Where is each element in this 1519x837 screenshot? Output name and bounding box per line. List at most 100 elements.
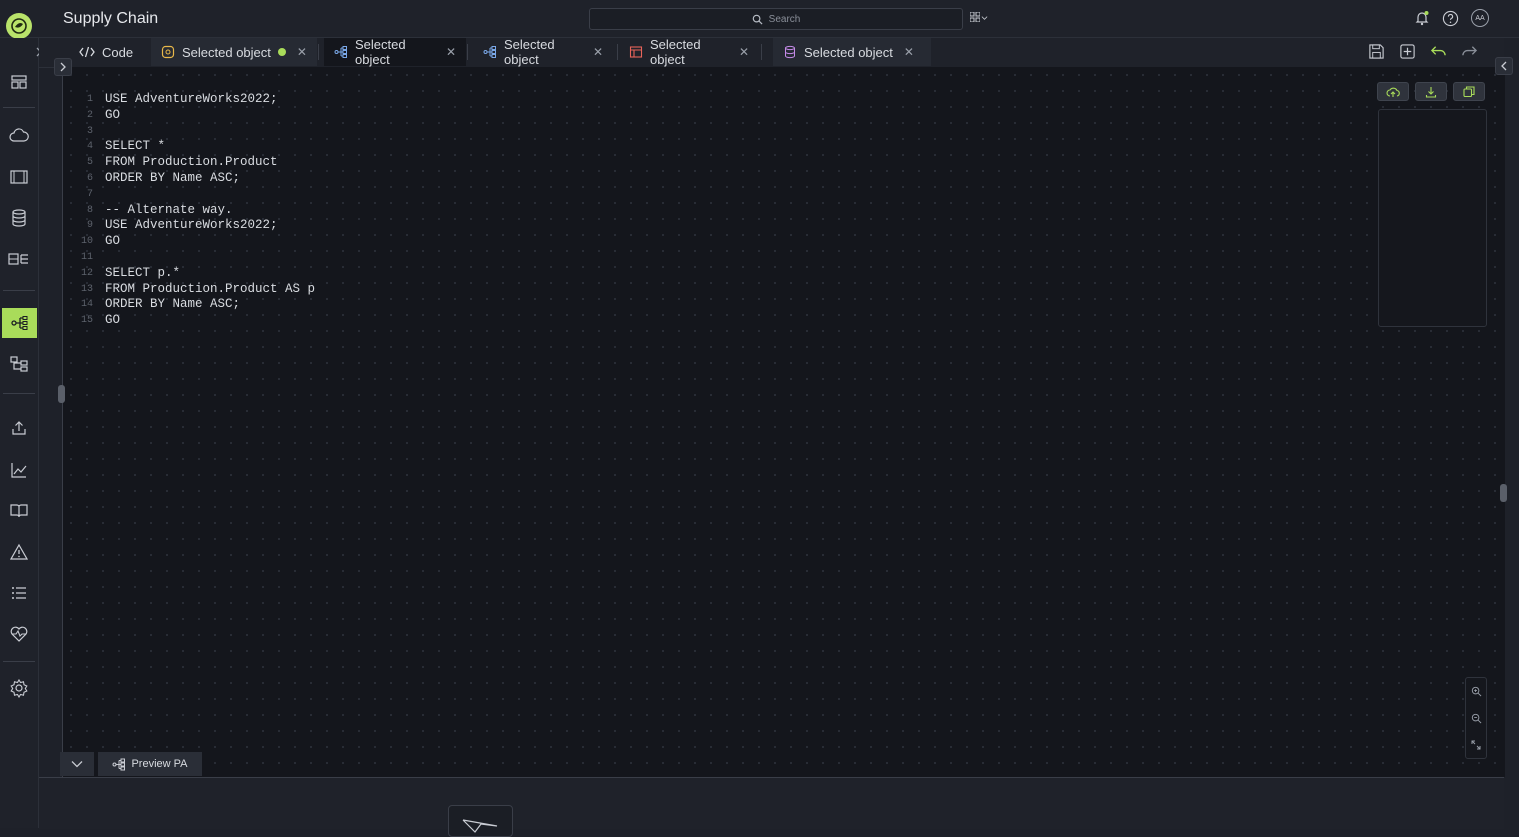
tab-divider (318, 44, 319, 60)
top-bar: Supply Chain Search AA (0, 0, 1519, 39)
tab-label: Selected object (355, 37, 406, 67)
line-number: 7 (86, 188, 93, 200)
code-text: FROM Production.Product (105, 155, 278, 170)
table-icon (629, 45, 643, 59)
help-icon[interactable] (1442, 10, 1459, 27)
tab-bar: Code Selected object ✕ Selected object ✕… (39, 37, 1504, 68)
code-text: ORDER BY Name ASC; (105, 297, 241, 312)
object-icon (161, 45, 175, 59)
cloud-upload-button[interactable] (1377, 82, 1409, 101)
code-line: 3 (78, 124, 315, 140)
code-text: FROM Production.Product AS p (105, 281, 316, 296)
line-number: 10 (80, 236, 93, 248)
code-line: 8 -- Alternate way. (78, 203, 315, 219)
database-icon[interactable] (3, 203, 35, 233)
close-icon[interactable]: ✕ (739, 45, 749, 59)
book-icon[interactable] (3, 496, 35, 526)
warning-icon[interactable] (3, 537, 35, 567)
avatar[interactable]: AA (1471, 9, 1489, 27)
code-text: ORDER BY Name ASC; (105, 170, 241, 185)
app-title: Supply Chain (63, 10, 159, 27)
code-line: 11 (78, 250, 315, 266)
tab-label: Code (102, 44, 134, 60)
editor-toolbar (1377, 82, 1485, 101)
left-resize-handle[interactable] (58, 385, 65, 403)
close-icon[interactable]: ✕ (297, 45, 307, 59)
close-icon[interactable]: ✕ (593, 45, 603, 59)
preview-label: Preview PA (131, 758, 188, 770)
tab-label: Selected object (182, 44, 271, 60)
apps-grid-button[interactable] (970, 12, 988, 22)
line-number: 8 (86, 204, 93, 216)
zoom-out-icon[interactable] (1471, 713, 1482, 724)
code-text: SELECT * (105, 139, 166, 154)
right-resize-handle[interactable] (1500, 484, 1507, 502)
lineage-icon[interactable] (2, 308, 37, 338)
chart-line-icon[interactable] (3, 455, 35, 485)
data-tree-icon[interactable] (3, 244, 35, 274)
empty-state-illustration (448, 805, 513, 837)
line-number: 2 (86, 109, 93, 121)
line-number: 14 (80, 299, 93, 311)
chevron-down-icon (981, 15, 988, 20)
health-heart-icon[interactable] (3, 619, 35, 649)
tab-label: Selected object (650, 37, 701, 67)
film-icon[interactable] (3, 162, 35, 192)
tab-divider (617, 44, 618, 60)
tab-label: Selected object (504, 37, 555, 67)
close-icon[interactable]: ✕ (904, 45, 914, 59)
line-number: 1 (86, 94, 93, 105)
copy-icon (1463, 85, 1475, 97)
line-number: 13 (80, 283, 93, 295)
code-line: 9 USE AdventureWorks2022; (78, 218, 315, 234)
line-number: 15 (80, 315, 93, 327)
code-text: USE AdventureWorks2022; (105, 92, 278, 106)
code-line: 12 SELECT p.* (78, 266, 315, 282)
code-text: GO (105, 234, 121, 249)
collapse-right-panel-chevron-icon[interactable] (1495, 57, 1513, 75)
tab-divider (761, 44, 762, 60)
preview-pa-button[interactable]: Preview PA (98, 752, 202, 776)
gear-icon[interactable] (3, 673, 35, 703)
expand-panel-chevron-icon[interactable] (54, 58, 72, 76)
code-line: 10 GO (78, 234, 315, 250)
search-input[interactable]: Search (589, 8, 963, 30)
rail-divider (3, 107, 35, 108)
chevron-down-icon (71, 761, 83, 768)
line-number: 4 (86, 141, 93, 153)
zoom-in-icon[interactable] (1471, 686, 1482, 697)
download-button[interactable] (1415, 82, 1447, 101)
add-new-icon[interactable] (1399, 43, 1416, 60)
hierarchy-icon[interactable] (3, 349, 35, 379)
copy-button[interactable] (1453, 82, 1485, 101)
upload-icon[interactable] (3, 413, 35, 443)
app-logo-icon[interactable] (6, 13, 32, 39)
hierarchy-icon (334, 45, 348, 59)
code-content[interactable]: 1 USE AdventureWorks2022; 2 GO 3 4 SELECT *… (78, 92, 315, 329)
code-text: -- Alternate way. (105, 202, 233, 217)
tab-selected-object-5[interactable]: Selected object ✕ (773, 38, 931, 66)
undo-icon[interactable] (1430, 43, 1447, 60)
tab-selected-object-1[interactable]: Selected object ✕ (151, 38, 317, 66)
minimap[interactable] (1378, 109, 1487, 327)
tab-label: Selected object (804, 44, 893, 60)
tab-selected-object-2[interactable]: Selected object ✕ (324, 37, 466, 67)
tab-selected-object-3[interactable]: Selected object ✕ (473, 37, 613, 67)
fit-screen-icon[interactable] (1471, 740, 1481, 750)
bottom-panel (39, 777, 1504, 829)
close-icon[interactable]: ✕ (446, 45, 456, 59)
cloud-upload-icon (1386, 87, 1400, 97)
code-line: 1 USE AdventureWorks2022; (78, 92, 315, 108)
dashboard-icon[interactable] (3, 67, 35, 97)
tab-selected-object-4[interactable]: Selected object ✕ (619, 37, 759, 67)
search-placeholder: Search (768, 13, 801, 25)
cloud-icon[interactable] (3, 121, 35, 151)
list-icon[interactable] (3, 578, 35, 608)
rail-divider (3, 661, 35, 662)
collapse-bottom-button[interactable] (60, 752, 94, 776)
save-icon[interactable] (1368, 43, 1385, 60)
bell-icon[interactable] (1414, 10, 1430, 26)
redo-icon[interactable] (1461, 43, 1478, 60)
code-text: GO (105, 107, 121, 122)
search-icon (752, 14, 763, 25)
